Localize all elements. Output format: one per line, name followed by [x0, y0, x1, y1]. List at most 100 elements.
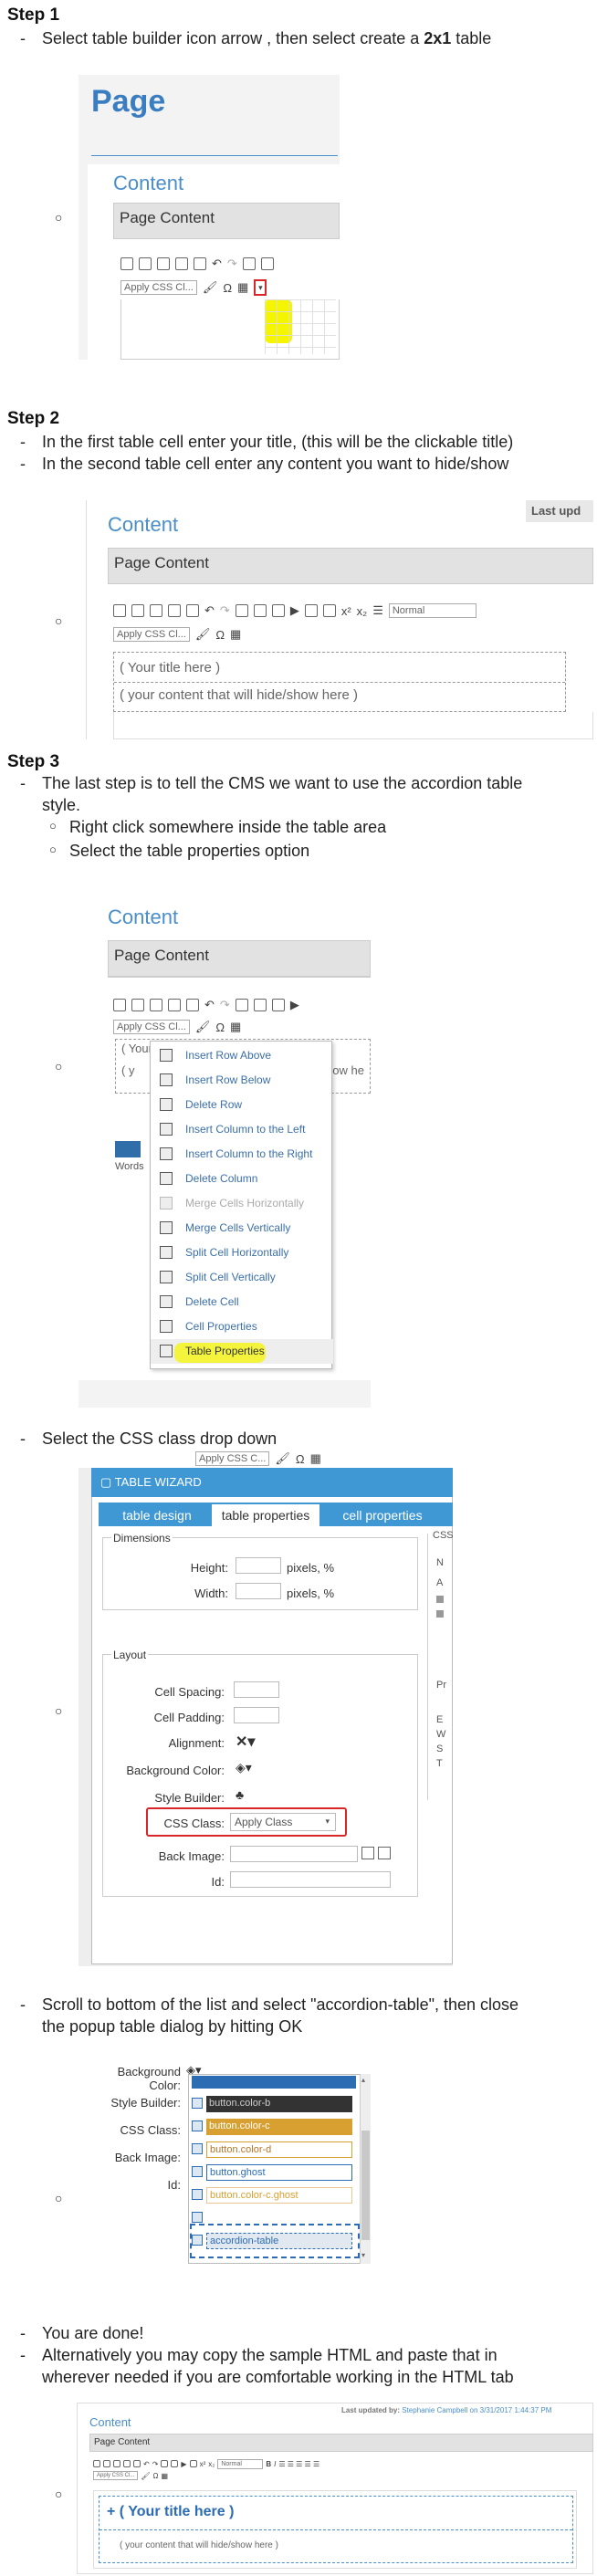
italic-icon[interactable]: I	[274, 2460, 276, 2468]
spellcheck-icon[interactable]	[113, 604, 126, 617]
id-input[interactable]	[230, 1871, 391, 1888]
back-image-input[interactable]	[230, 1846, 358, 1862]
table-cell-content[interactable]: ( y	[121, 1063, 134, 1077]
bold-icon[interactable]: B	[266, 2460, 271, 2468]
format-select[interactable]: Normal	[388, 603, 477, 618]
align-icon[interactable]: ☰	[372, 603, 383, 618]
tab-table-design[interactable]: table design	[104, 1504, 210, 1526]
find-icon[interactable]	[131, 999, 144, 1011]
cell-padding-input[interactable]	[234, 1707, 279, 1723]
flash-icon[interactable]	[271, 999, 285, 1011]
find-icon[interactable]	[103, 2460, 110, 2467]
context-menu-item[interactable]: Insert Row Below	[151, 1068, 333, 1093]
omega-icon[interactable]: Ω	[153, 2472, 159, 2480]
brush-icon[interactable]: 🖌	[141, 2472, 150, 2480]
tab-cell-properties[interactable]: cell properties	[323, 1504, 442, 1526]
accordion-title[interactable]: + ( Your title here )	[107, 2504, 234, 2520]
find-icon[interactable]	[139, 257, 152, 270]
table-cell-content[interactable]: ( your content that will hide/show here …	[120, 687, 358, 703]
css-class-select[interactable]: Apply CSS Cl...	[120, 280, 197, 295]
omega-icon[interactable]: Ω	[215, 628, 225, 642]
css-class-dropdown[interactable]: Apply Class ▾	[230, 1813, 336, 1831]
css-class-select[interactable]: Apply CSS Cl...	[113, 1020, 190, 1034]
omega-icon[interactable]: Ω	[223, 281, 232, 295]
list-option-peek[interactable]	[192, 2076, 356, 2089]
copy-icon[interactable]	[123, 2460, 131, 2467]
accordion-content[interactable]: ( your content that will hide/show here …	[120, 2540, 278, 2550]
context-menu-item[interactable]: Split Cell Horizontally	[151, 1241, 333, 1265]
redo-icon[interactable]: ↷	[220, 998, 230, 1012]
subscript-icon[interactable]: x₂	[208, 2460, 215, 2468]
image-manager-icon[interactable]	[361, 1847, 374, 1859]
height-input[interactable]	[236, 1557, 281, 1574]
cut-icon[interactable]	[150, 999, 162, 1011]
brush-icon[interactable]: 🖌	[195, 1020, 211, 1034]
tab-table-properties[interactable]: table properties	[212, 1504, 319, 1526]
copy-icon[interactable]	[175, 257, 188, 270]
css-class-option[interactable]: button.color-d	[192, 2140, 356, 2160]
width-input[interactable]	[236, 1583, 281, 1599]
scroll-down-icon[interactable]: ▾	[361, 2251, 365, 2259]
context-menu-item[interactable]: Insert Column to the Right	[151, 1142, 333, 1167]
undo-icon[interactable]: ↶	[204, 998, 215, 1012]
cell-spacing-input[interactable]	[234, 1681, 279, 1698]
unlink-icon[interactable]	[322, 604, 336, 617]
undo-icon[interactable]: ↶	[143, 2460, 150, 2468]
context-menu-item[interactable]: Insert Column to the Left	[151, 1117, 333, 1142]
table-icon[interactable]: ▦	[310, 1451, 321, 1466]
image-preview-icon[interactable]	[378, 1847, 391, 1859]
context-menu-item[interactable]: Insert Row Above	[151, 1043, 333, 1068]
undo-icon[interactable]: ↶	[204, 603, 215, 618]
undo-icon[interactable]: ↶	[212, 257, 222, 271]
table-arrow-icon[interactable]: ▾	[254, 279, 267, 296]
table-icon[interactable]: ▦	[230, 1020, 241, 1034]
flash-icon[interactable]	[271, 604, 285, 617]
css-class-option[interactable]: button.color-c.ghost	[192, 2185, 356, 2205]
image-icon[interactable]	[235, 604, 248, 617]
paste-icon[interactable]	[186, 999, 199, 1011]
css-class-option[interactable]: button.ghost	[192, 2162, 356, 2183]
brush-icon[interactable]: 🖌	[275, 1451, 290, 1466]
cut-icon[interactable]	[150, 604, 162, 617]
paste-icon[interactable]	[194, 257, 206, 270]
superscript-icon[interactable]: x²	[200, 2460, 206, 2468]
style-builder-icon[interactable]: ♣	[236, 1787, 244, 1802]
superscript-icon[interactable]: x²	[341, 604, 351, 618]
scroll-up-icon[interactable]: ▴	[361, 2076, 365, 2084]
list-scrollbar[interactable]: ▴ ▾	[360, 2074, 371, 2264]
omega-icon[interactable]: Ω	[296, 1452, 305, 1466]
redo-icon[interactable]: ↷	[220, 603, 230, 618]
context-menu-item[interactable]: Table Properties	[151, 1339, 333, 1364]
media-icon[interactable]	[253, 604, 267, 617]
accordion-table[interactable]: + ( Your title here ) ( your content tha…	[99, 2496, 573, 2563]
table-cell-title[interactable]: ( Your title here )	[120, 660, 220, 675]
redo-icon[interactable]: ↷	[227, 257, 237, 271]
context-menu-item[interactable]: Cell Properties	[151, 1314, 333, 1339]
omega-icon[interactable]: Ω	[215, 1021, 225, 1034]
cut-icon[interactable]	[113, 2460, 120, 2467]
link-icon[interactable]	[304, 604, 318, 617]
table-icon[interactable]: ▦	[162, 2472, 169, 2480]
table-icon[interactable]: ▦	[230, 627, 241, 642]
link-icon[interactable]	[189, 2460, 197, 2467]
css-class-select[interactable]: Apply CSS C...	[195, 1451, 270, 1466]
media-icon[interactable]	[253, 999, 267, 1011]
paste-icon[interactable]	[133, 2460, 141, 2467]
context-menu-item[interactable]: Delete Row	[151, 1093, 333, 1117]
play-icon[interactable]: ▶	[290, 998, 299, 1012]
paint-bucket-icon[interactable]: ◈▾	[236, 1760, 252, 1775]
image-icon[interactable]	[242, 257, 256, 270]
copy-icon[interactable]	[168, 604, 181, 617]
find-icon[interactable]	[131, 604, 144, 617]
play-icon[interactable]: ▶	[181, 2460, 186, 2468]
align-icon[interactable]: ☰ ☰ ☰ ☰ ☰	[278, 2460, 319, 2468]
brush-icon[interactable]: 🖌	[195, 627, 211, 642]
width-units[interactable]: pixels, %	[287, 1586, 334, 1600]
table-icon[interactable]: ▦	[237, 280, 248, 295]
css-class-option[interactable]: button.color-c	[192, 2117, 356, 2137]
height-units[interactable]: pixels, %	[287, 1561, 334, 1575]
format-select[interactable]: Normal	[217, 2458, 264, 2469]
plus-icon[interactable]: +	[107, 2504, 115, 2519]
play-icon[interactable]: ▶	[290, 603, 299, 618]
paste-icon[interactable]	[186, 604, 199, 617]
